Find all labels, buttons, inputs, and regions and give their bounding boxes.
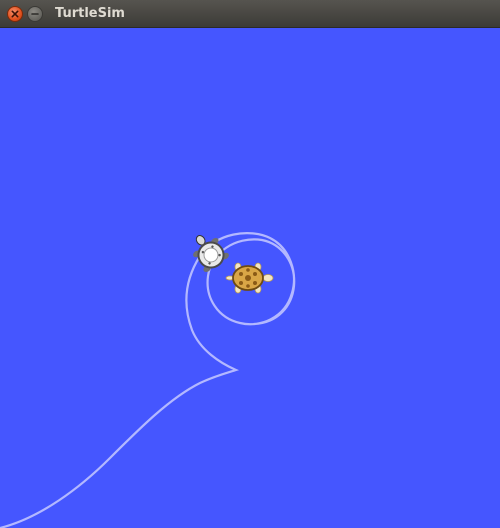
minimize-button[interactable] xyxy=(27,6,43,22)
title-bar[interactable]: TurtleSim xyxy=(0,0,500,28)
close-button[interactable] xyxy=(7,6,23,22)
close-icon xyxy=(11,10,19,18)
turtle-canvas[interactable] xyxy=(0,28,500,528)
turtle-grey[interactable] xyxy=(186,228,231,274)
window-title: TurtleSim xyxy=(55,6,125,21)
minimize-icon xyxy=(31,13,39,15)
turtle-orange[interactable] xyxy=(225,262,274,294)
turtlesim-window: TurtleSim xyxy=(0,0,500,528)
